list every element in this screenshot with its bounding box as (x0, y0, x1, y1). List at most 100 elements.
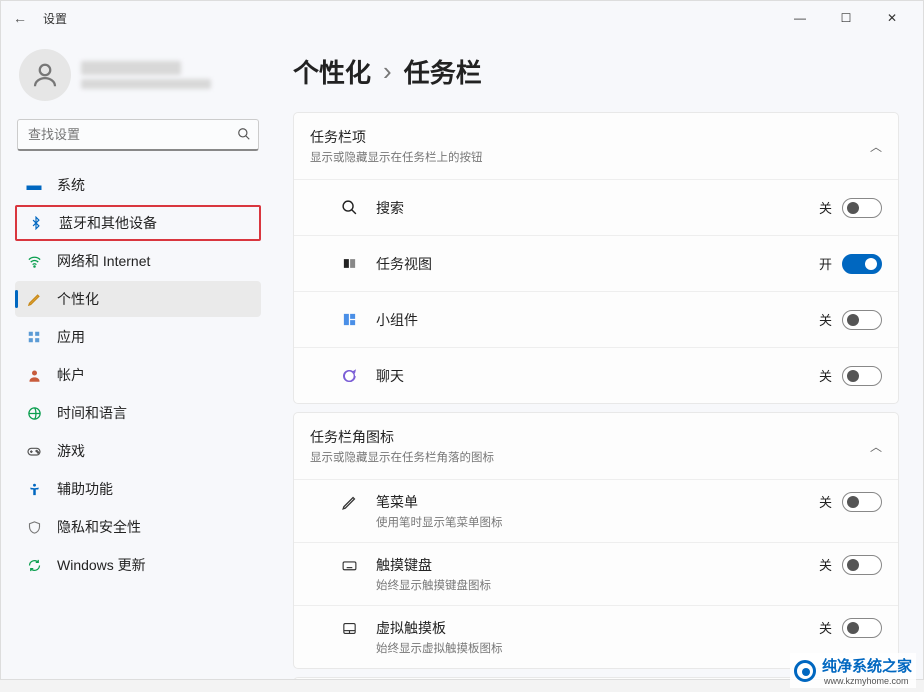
watermark: 纯净系统之家 www.kzmyhome.com (790, 653, 916, 688)
minimize-button[interactable]: ― (777, 2, 823, 34)
windows-update-icon (25, 556, 43, 574)
back-button[interactable]: ← (9, 10, 31, 26)
chevron-up-icon: ︿ (870, 138, 882, 155)
section-subtitle: 显示或隐藏显示在任务栏上的按钮 (310, 149, 483, 165)
breadcrumb: 个性化 › 任务栏 (293, 53, 899, 90)
section-corner-icons: 任务栏角图标 显示或隐藏显示在任务栏角落的图标 ︿ 笔菜单 使用笔时显示笔菜单图… (293, 412, 899, 669)
sidebar-item-bluetooth[interactable]: 蓝牙和其他设备 (15, 205, 261, 241)
sidebar-item-label: 应用 (57, 327, 85, 347)
section-taskbar-items: 任务栏项 显示或隐藏显示在任务栏上的按钮 ︿ 搜索 关 任务视图 开 (293, 112, 899, 404)
toggle-virtual-touchpad[interactable] (842, 618, 882, 638)
watermark-url: www.kzmyhome.com (824, 676, 912, 686)
chevron-right-icon: › (383, 56, 392, 87)
row-label: 任务视图 (376, 254, 432, 274)
sidebar-item-label: 辅助功能 (57, 479, 113, 499)
bluetooth-icon (27, 214, 45, 232)
row-sublabel: 始终显示触摸键盘图标 (376, 577, 491, 593)
page-title: 任务栏 (404, 53, 482, 90)
row-label: 聊天 (376, 366, 404, 386)
breadcrumb-parent[interactable]: 个性化 (293, 53, 371, 90)
sidebar-item-system[interactable]: ▬ 系统 (15, 167, 261, 203)
accounts-icon (25, 366, 43, 384)
sidebar-item-label: 隐私和安全性 (57, 517, 141, 537)
row-label: 搜索 (376, 198, 404, 218)
sidebar-item-accessibility[interactable]: 辅助功能 (15, 471, 261, 507)
touchpad-icon (338, 620, 360, 637)
toggle-search[interactable] (842, 198, 882, 218)
sidebar-item-label: 系统 (57, 175, 85, 195)
sidebar-item-privacy[interactable]: 隐私和安全性 (15, 509, 261, 545)
privacy-icon (25, 518, 43, 536)
user-email (81, 79, 211, 89)
row-task-view: 任务视图 开 (294, 235, 898, 291)
section-title: 任务栏角图标 (310, 427, 494, 447)
keyboard-icon (338, 557, 360, 574)
row-touch-keyboard: 触摸键盘 始终显示触摸键盘图标 关 (294, 542, 898, 605)
row-chat: 聊天 关 (294, 347, 898, 403)
sidebar: ▬ 系统 蓝牙和其他设备 网络和 Internet (1, 35, 269, 679)
sidebar-item-label: 网络和 Internet (57, 251, 150, 271)
sidebar-item-time-language[interactable]: 时间和语言 (15, 395, 261, 431)
system-icon: ▬ (25, 176, 43, 194)
titlebar: ← 设置 ― ☐ ✕ (1, 1, 923, 35)
time-language-icon (25, 404, 43, 422)
maximize-button[interactable]: ☐ (823, 2, 869, 34)
sidebar-item-label: Windows 更新 (57, 555, 146, 575)
section-title: 任务栏项 (310, 127, 483, 147)
row-label: 小组件 (376, 310, 418, 330)
sidebar-item-label: 时间和语言 (57, 403, 127, 423)
window-title: 设置 (43, 10, 67, 27)
personalization-icon (25, 290, 43, 308)
widgets-icon (338, 312, 360, 327)
toggle-state: 关 (819, 618, 832, 637)
network-icon (25, 252, 43, 270)
search-icon (237, 127, 251, 144)
search-box (17, 119, 259, 151)
row-pen-menu: 笔菜单 使用笔时显示笔菜单图标 关 (294, 479, 898, 542)
toggle-state: 关 (819, 310, 832, 329)
sidebar-item-personalization[interactable]: 个性化 (15, 281, 261, 317)
toggle-task-view[interactable] (842, 254, 882, 274)
row-label: 虚拟触摸板 (376, 618, 503, 638)
apps-icon (25, 328, 43, 346)
sidebar-item-label: 个性化 (57, 289, 99, 309)
user-block[interactable] (15, 43, 261, 115)
section-subtitle: 显示或隐藏显示在任务栏角落的图标 (310, 449, 494, 465)
chat-icon (338, 368, 360, 384)
toggle-widgets[interactable] (842, 310, 882, 330)
sidebar-item-gaming[interactable]: 游戏 (15, 433, 261, 469)
sidebar-item-windows-update[interactable]: Windows 更新 (15, 547, 261, 583)
watermark-logo-icon (794, 660, 816, 682)
sidebar-item-accounts[interactable]: 帐户 (15, 357, 261, 393)
toggle-chat[interactable] (842, 366, 882, 386)
toggle-pen-menu[interactable] (842, 492, 882, 512)
row-widgets: 小组件 关 (294, 291, 898, 347)
main-content: 个性化 › 任务栏 任务栏项 显示或隐藏显示在任务栏上的按钮 ︿ 搜索 关 (269, 35, 923, 679)
row-search: 搜索 关 (294, 179, 898, 235)
watermark-text: 纯净系统之家 (822, 655, 912, 676)
sidebar-item-network[interactable]: 网络和 Internet (15, 243, 261, 279)
accessibility-icon (25, 480, 43, 498)
toggle-state: 开 (819, 254, 832, 273)
app-window: ← 设置 ― ☐ ✕ (0, 0, 924, 680)
close-button[interactable]: ✕ (869, 2, 915, 34)
task-view-icon (338, 256, 360, 271)
section-header[interactable]: 任务栏项 显示或隐藏显示在任务栏上的按钮 ︿ (294, 113, 898, 179)
chevron-up-icon: ︿ (870, 438, 882, 455)
toggle-touch-keyboard[interactable] (842, 555, 882, 575)
toggle-state: 关 (819, 366, 832, 385)
row-label: 笔菜单 (376, 492, 503, 512)
pen-icon (338, 494, 360, 511)
section-header[interactable]: 任务栏角图标 显示或隐藏显示在任务栏角落的图标 ︿ (294, 413, 898, 479)
row-label: 触摸键盘 (376, 555, 491, 575)
search-icon (338, 199, 360, 216)
user-name (81, 61, 181, 75)
toggle-state: 关 (819, 555, 832, 574)
sidebar-item-label: 帐户 (57, 365, 85, 385)
row-sublabel: 始终显示虚拟触摸板图标 (376, 640, 503, 656)
toggle-state: 关 (819, 492, 832, 511)
sidebar-item-apps[interactable]: 应用 (15, 319, 261, 355)
search-input[interactable] (17, 119, 259, 151)
nav-list: ▬ 系统 蓝牙和其他设备 网络和 Internet (15, 167, 261, 583)
row-sublabel: 使用笔时显示笔菜单图标 (376, 514, 503, 530)
